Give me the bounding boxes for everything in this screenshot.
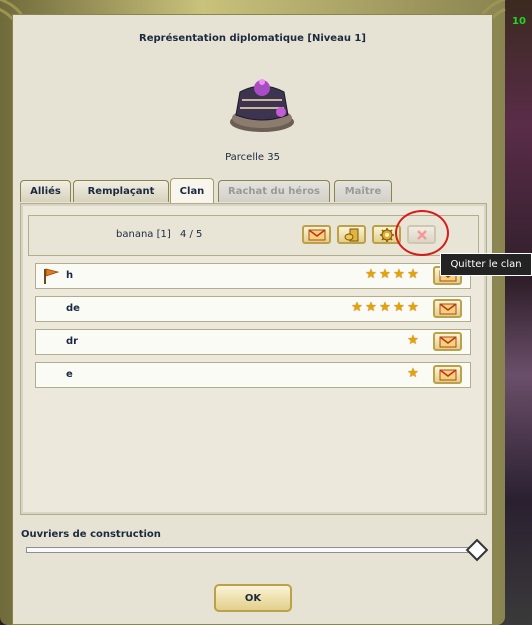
envelope-icon bbox=[439, 368, 456, 380]
member-rank: ★ ★ ★ ★ ★ bbox=[350, 301, 420, 317]
member-name: de bbox=[66, 303, 80, 314]
tab-remplacant[interactable]: Remplaçant bbox=[73, 180, 169, 202]
gear-icon bbox=[379, 227, 394, 242]
member-rank: ★ bbox=[406, 367, 420, 383]
member-name: e bbox=[66, 369, 73, 380]
member-row: h ★ ★ ★ ★ bbox=[35, 263, 471, 289]
leave-clan-tooltip: Quitter le clan bbox=[440, 253, 532, 276]
star-icon: ★ bbox=[351, 300, 363, 315]
clan-title: banana [1] bbox=[116, 229, 171, 240]
background-number: 10 bbox=[512, 16, 526, 27]
envelope-icon bbox=[308, 228, 325, 240]
flag-icon bbox=[44, 268, 60, 284]
star-icon: ★ bbox=[393, 300, 405, 315]
clan-name: banana [1] 4 / 5 bbox=[116, 229, 202, 240]
star-icon: ★ bbox=[393, 267, 405, 282]
dialog-title: Représentation diplomatique [Niveau 1] bbox=[139, 33, 366, 44]
star-icon: ★ bbox=[365, 300, 377, 315]
tab-allies[interactable]: Alliés bbox=[20, 180, 71, 202]
star-icon: ★ bbox=[379, 267, 391, 282]
member-rank: ★ ★ ★ ★ bbox=[364, 268, 420, 284]
member-name: h bbox=[66, 270, 74, 281]
ok-button[interactable]: OK bbox=[214, 584, 292, 612]
tab-maitre[interactable]: Maître bbox=[334, 180, 392, 202]
member-message-button[interactable] bbox=[433, 365, 462, 384]
slider-label: Ouvriers de construction bbox=[21, 529, 161, 540]
star-icon: ★ bbox=[407, 366, 419, 381]
star-icon: ★ bbox=[407, 333, 419, 348]
member-row: e ★ bbox=[35, 362, 471, 388]
clan-donate-button[interactable] bbox=[337, 225, 366, 244]
member-row: de ★ ★ ★ ★ ★ bbox=[35, 296, 471, 322]
star-icon: ★ bbox=[365, 267, 377, 282]
member-row: dr ★ bbox=[35, 329, 471, 355]
workers-slider[interactable] bbox=[26, 547, 478, 553]
tab-clan[interactable]: Clan bbox=[170, 178, 214, 203]
envelope-icon bbox=[439, 302, 456, 314]
tab-rachat-heros[interactable]: Rachat du héros bbox=[218, 180, 330, 202]
member-rank: ★ bbox=[406, 334, 420, 350]
parcel-label: Parcelle 35 bbox=[225, 152, 280, 163]
building-icon bbox=[230, 79, 294, 132]
clan-message-button[interactable] bbox=[302, 225, 331, 244]
coins-icon bbox=[344, 228, 358, 241]
envelope-icon bbox=[439, 335, 456, 347]
member-message-button[interactable] bbox=[433, 332, 462, 351]
star-icon: ★ bbox=[407, 300, 419, 315]
highlight-circle bbox=[395, 210, 449, 256]
member-message-button[interactable] bbox=[433, 299, 462, 318]
member-name: dr bbox=[66, 336, 79, 347]
star-icon: ★ bbox=[407, 267, 419, 282]
clan-count: 4 / 5 bbox=[179, 229, 203, 240]
star-icon: ★ bbox=[379, 300, 391, 315]
